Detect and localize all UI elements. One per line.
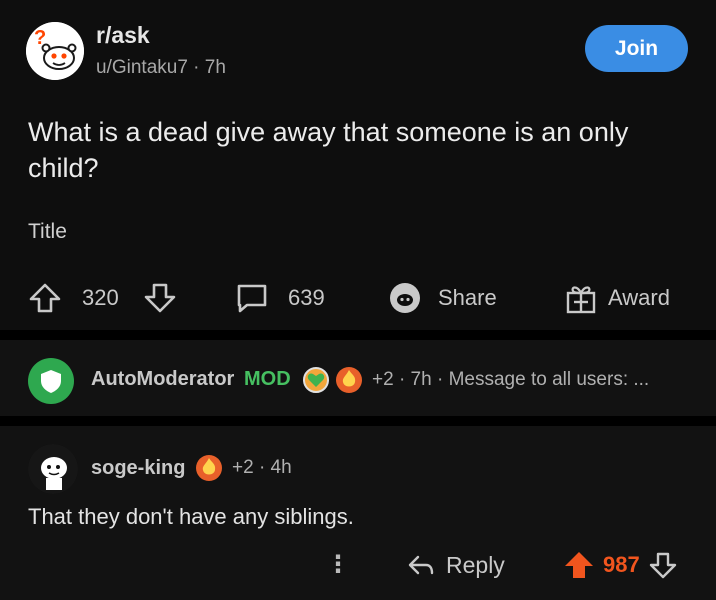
flame-icon bbox=[202, 458, 216, 475]
upvote-filled-icon[interactable] bbox=[563, 550, 595, 580]
award-label: Award bbox=[608, 285, 670, 310]
award-button[interactable]: Award bbox=[564, 275, 670, 321]
fire-award-icon bbox=[336, 367, 362, 393]
heart-shield-award-icon bbox=[303, 367, 329, 393]
shield-icon bbox=[41, 370, 61, 393]
automoderator-meta: +2 · 7h · Message to all users: ... bbox=[372, 369, 650, 390]
post-title[interactable]: What is a dead give away that someone is… bbox=[28, 114, 688, 186]
join-button[interactable]: Join bbox=[585, 25, 688, 72]
comment-bubble-icon bbox=[237, 284, 267, 313]
comments-button[interactable]: 639 bbox=[234, 275, 325, 321]
downvote-arrow-icon bbox=[144, 283, 176, 313]
comment-username[interactable]: soge-king bbox=[91, 457, 185, 480]
comment-score: 987 bbox=[603, 552, 640, 577]
svg-text:?: ? bbox=[34, 27, 46, 49]
discord-share-icon bbox=[390, 283, 420, 313]
post-card: ? r/ask u/Gintaku7 · 7h Join What is a d… bbox=[0, 0, 716, 330]
subreddit-name[interactable]: r/ask bbox=[96, 22, 150, 49]
subreddit-avatar[interactable]: ? bbox=[26, 22, 84, 80]
comment-actions: ⋮ Reply 987 bbox=[0, 544, 716, 588]
post-author-meta[interactable]: u/Gintaku7 · 7h bbox=[96, 57, 226, 79]
post-actions: 320 639 Share Award bbox=[0, 275, 716, 321]
automoderator-username[interactable]: AutoModerator bbox=[91, 368, 234, 391]
more-options-button[interactable]: ⋮ bbox=[326, 550, 350, 579]
moderator-shield-avatar bbox=[28, 358, 74, 404]
mod-badge: MOD bbox=[244, 368, 291, 390]
comment-card: soge-king +2 · 4h That they don't have a… bbox=[0, 426, 716, 600]
comment-body: That they don't have any siblings. bbox=[28, 504, 354, 529]
comment-count: 639 bbox=[288, 285, 325, 310]
flame-icon bbox=[342, 370, 356, 387]
gift-icon bbox=[566, 286, 596, 314]
fire-award-icon bbox=[196, 455, 222, 481]
automoderator-comment[interactable]: AutoModerator MOD +2 · 7h · Message to a… bbox=[0, 340, 716, 416]
reply-label: Reply bbox=[446, 552, 505, 578]
reply-arrow-icon bbox=[408, 555, 434, 574]
reddit-alien-icon: ? bbox=[26, 22, 84, 80]
green-heart-icon bbox=[307, 373, 325, 387]
upvote-count: 320 bbox=[82, 285, 119, 310]
share-button[interactable]: Share bbox=[388, 275, 497, 321]
share-label: Share bbox=[438, 285, 497, 310]
snoo-avatar-icon bbox=[28, 444, 78, 494]
reply-button[interactable]: Reply bbox=[406, 552, 505, 579]
downvote-arrow-icon[interactable] bbox=[648, 550, 678, 580]
downvote-button[interactable] bbox=[143, 275, 177, 321]
comment-vote: 987 bbox=[563, 550, 678, 580]
post-flair[interactable]: Title bbox=[28, 220, 67, 244]
section-divider bbox=[0, 330, 716, 340]
user-avatar[interactable] bbox=[28, 444, 78, 494]
comment-meta: +2 · 4h bbox=[232, 457, 292, 478]
upvote-arrow-icon bbox=[29, 283, 61, 313]
comment-divider bbox=[0, 416, 716, 426]
upvote-button[interactable] bbox=[28, 275, 62, 321]
